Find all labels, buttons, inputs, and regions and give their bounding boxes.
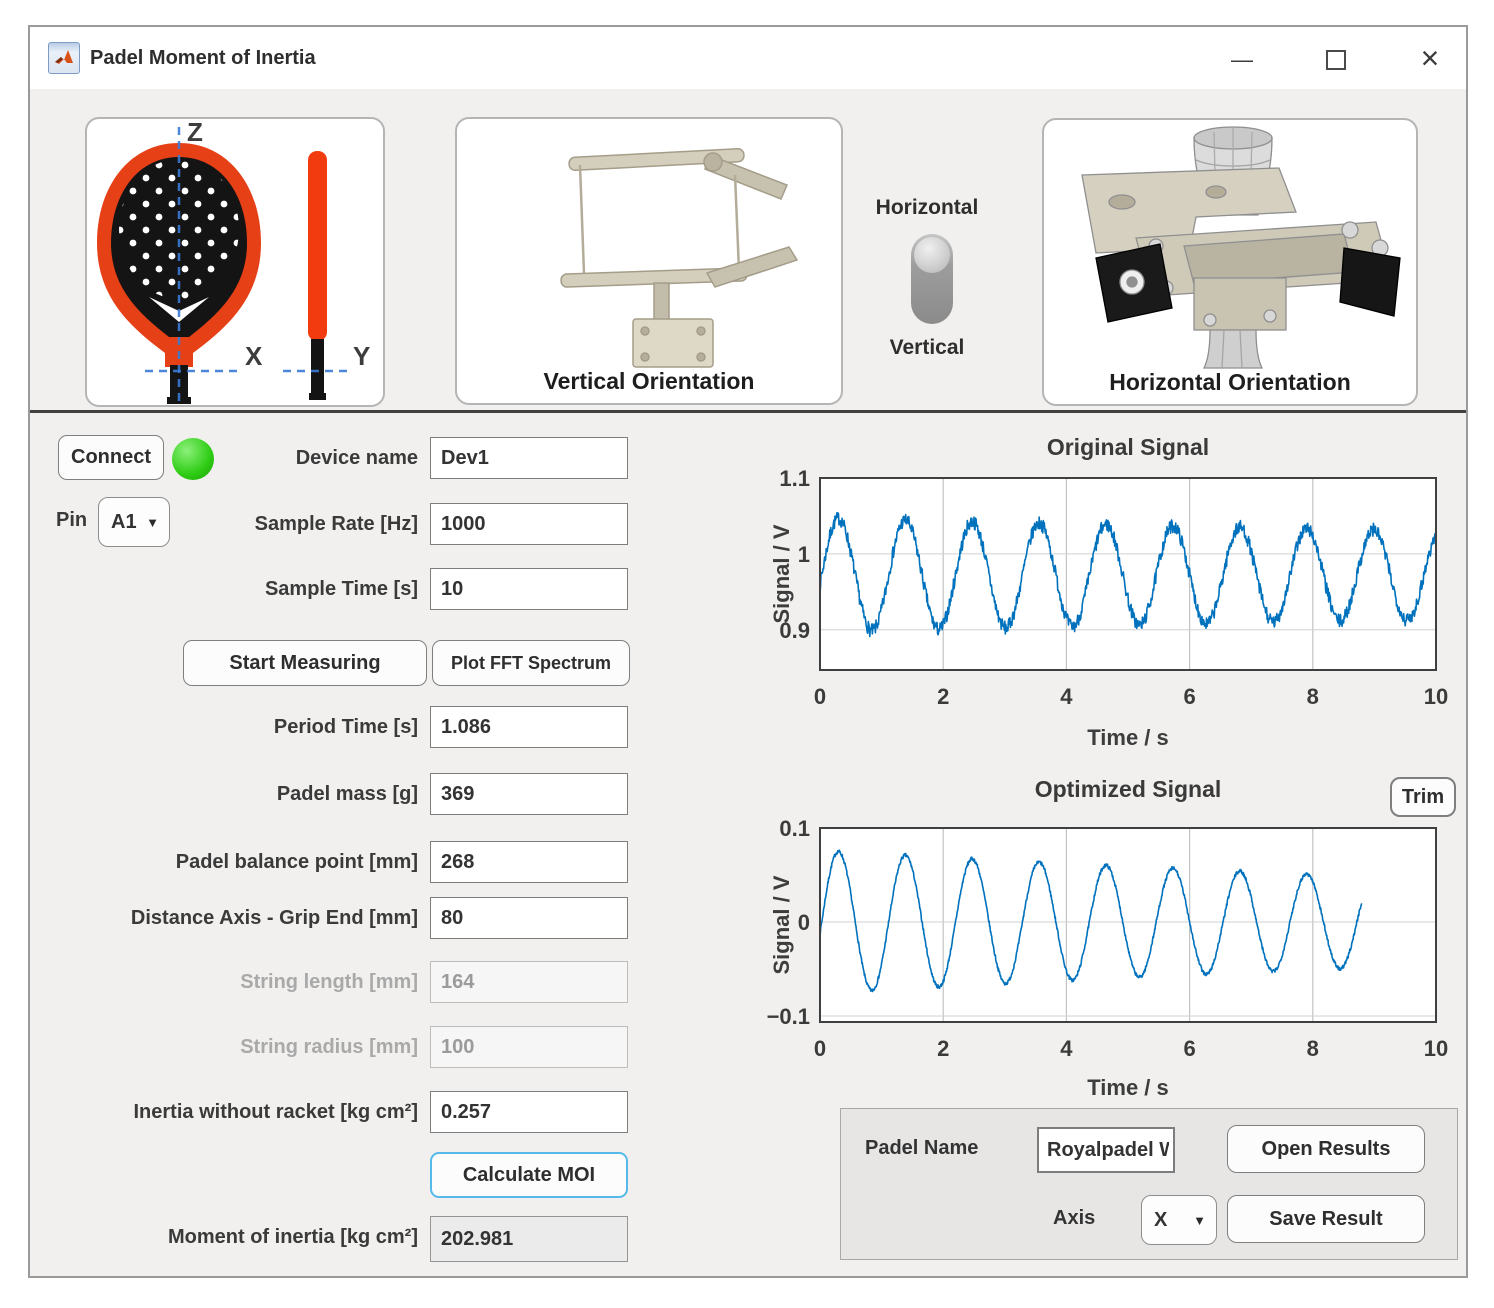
svg-text:6: 6 <box>1183 1036 1195 1061</box>
window-title: Padel Moment of Inertia <box>90 47 316 70</box>
svg-text:−0.1: −0.1 <box>767 1004 810 1029</box>
distance-axis-label: Distance Axis - Grip End [mm] <box>20 905 418 931</box>
period-time-label: Period Time [s] <box>20 714 418 740</box>
inertia-without-label: Inertia without racket [kg cm²] <box>20 1099 418 1125</box>
horizontal-orientation-caption: Horizontal Orientation <box>1044 369 1416 396</box>
close-button[interactable]: × <box>1406 38 1454 78</box>
vertical-orientation-image: Vertical Orientation <box>455 117 843 405</box>
axis-label: Axis <box>1053 1207 1095 1230</box>
string-radius-label: String radius [mm] <box>20 1034 418 1060</box>
svg-text:1: 1 <box>798 542 810 567</box>
toggle-horizontal-label: Horizontal <box>862 196 992 220</box>
svg-text:6: 6 <box>1183 684 1195 709</box>
period-time-field[interactable] <box>430 706 628 748</box>
minimize-button[interactable]: — <box>1218 40 1266 80</box>
save-result-button[interactable]: Save Result <box>1227 1195 1425 1243</box>
padel-name-field[interactable] <box>1037 1127 1175 1173</box>
optimized-signal-plot: 0246810−0.100.1 <box>752 772 1456 1072</box>
svg-text:10: 10 <box>1424 684 1448 709</box>
toggle-knob <box>914 237 950 273</box>
original-signal-xlabel: Time / s <box>820 725 1436 751</box>
inertia-without-field[interactable] <box>430 1091 628 1133</box>
string-length-label: String length [mm] <box>20 969 418 995</box>
balance-point-label: Padel balance point [mm] <box>20 849 418 875</box>
optimized-signal-ylabel: Signal / V <box>769 875 795 974</box>
vertical-rig-illustration <box>457 119 841 369</box>
vertical-orientation-caption: Vertical Orientation <box>457 368 841 395</box>
string-length-field <box>430 961 628 1003</box>
balance-point-field[interactable] <box>430 841 628 883</box>
axis-z-label: Z <box>187 119 203 147</box>
svg-text:10: 10 <box>1424 1036 1448 1061</box>
moment-of-inertia-label: Moment of inertia [kg cm²] <box>20 1224 418 1250</box>
start-measuring-button[interactable]: Start Measuring <box>183 640 427 686</box>
string-radius-field <box>430 1026 628 1068</box>
racket-axes-image: Z X Y <box>85 117 385 407</box>
racket-illustration: Z X Y <box>87 119 383 405</box>
original-signal-ylabel: Signal / V <box>769 524 795 623</box>
optimized-signal-chart: Optimized Signal Signal / V 0246810−0.10… <box>752 772 1456 1112</box>
horizontal-rig-illustration <box>1044 120 1416 370</box>
plot-fft-button[interactable]: Plot FFT Spectrum <box>432 640 630 686</box>
svg-text:8: 8 <box>1307 684 1319 709</box>
sample-rate-field[interactable] <box>430 503 628 545</box>
device-name-label: Device name <box>20 445 418 471</box>
axis-y-label: Y <box>353 341 370 371</box>
svg-text:0.1: 0.1 <box>779 816 810 841</box>
minimize-icon: — <box>1231 47 1253 73</box>
original-signal-chart: Original Signal Signal / V 02468100.911.… <box>752 430 1456 765</box>
original-signal-title: Original Signal <box>820 434 1436 461</box>
svg-text:2: 2 <box>937 1036 949 1061</box>
moment-of-inertia-field <box>430 1216 628 1262</box>
maximize-icon <box>1326 50 1346 70</box>
dropdown-arrow-icon: ▼ <box>1193 1213 1206 1228</box>
original-signal-plot: 02468100.911.1 <box>752 430 1456 722</box>
svg-text:2: 2 <box>937 684 949 709</box>
close-icon: × <box>1421 40 1440 77</box>
toggle-vertical-label: Vertical <box>862 336 992 360</box>
sample-time-field[interactable] <box>430 568 628 610</box>
axis-x-label: X <box>245 341 263 371</box>
padel-mass-label: Padel mass [g] <box>20 781 418 807</box>
horizontal-orientation-image: Horizontal Orientation <box>1042 118 1418 406</box>
sample-rate-label: Sample Rate [Hz] <box>20 511 418 537</box>
optimized-signal-title: Optimized Signal <box>820 776 1436 803</box>
matlab-icon <box>48 42 80 74</box>
device-name-field[interactable] <box>430 437 628 479</box>
svg-text:0: 0 <box>814 684 826 709</box>
padel-mass-field[interactable] <box>430 773 628 815</box>
calculate-moi-button[interactable]: Calculate MOI <box>430 1152 628 1198</box>
svg-text:4: 4 <box>1060 684 1073 709</box>
orientation-toggle-switch[interactable] <box>911 234 953 324</box>
section-divider <box>30 410 1466 413</box>
maximize-button[interactable] <box>1312 40 1360 80</box>
results-panel: Padel Name Open Results Axis X ▼ Save Re… <box>840 1108 1458 1260</box>
padel-name-label: Padel Name <box>865 1137 978 1160</box>
axis-dropdown[interactable]: X ▼ <box>1141 1195 1217 1245</box>
svg-text:4: 4 <box>1060 1036 1073 1061</box>
axis-value: X <box>1154 1209 1167 1232</box>
svg-text:8: 8 <box>1307 1036 1319 1061</box>
optimized-signal-xlabel: Time / s <box>820 1075 1436 1101</box>
svg-text:1.1: 1.1 <box>779 466 810 491</box>
svg-text:0: 0 <box>798 910 810 935</box>
sample-time-label: Sample Time [s] <box>20 576 418 602</box>
distance-axis-field[interactable] <box>430 897 628 939</box>
svg-text:0: 0 <box>814 1036 826 1061</box>
app-root: Padel Moment of Inertia — × Z X <box>0 0 1494 1308</box>
open-results-button[interactable]: Open Results <box>1227 1125 1425 1173</box>
